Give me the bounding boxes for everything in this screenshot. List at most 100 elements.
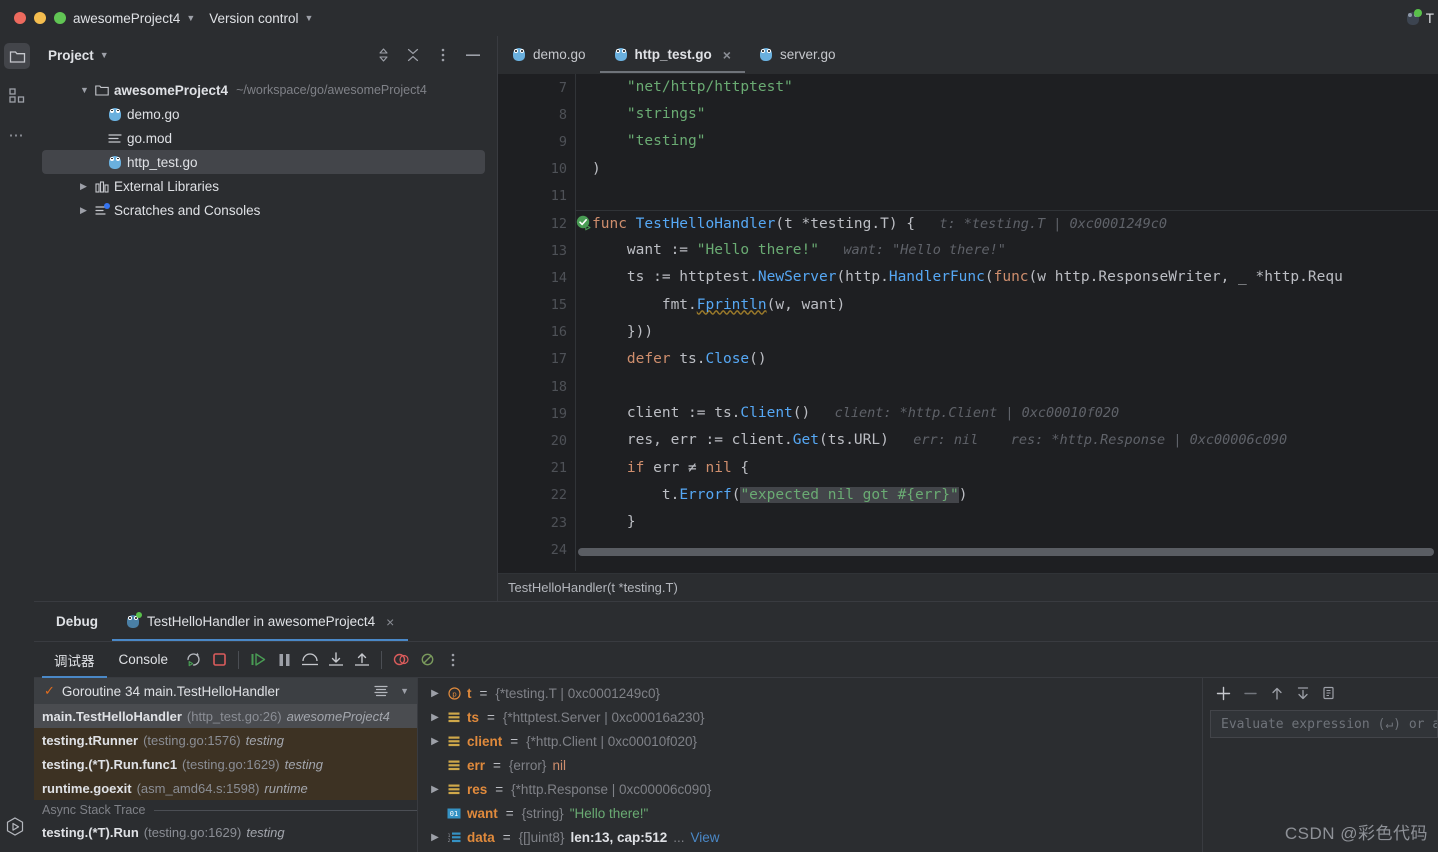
frame-row[interactable]: main.TestHelloHandler (http_test.go:26) … [34, 704, 417, 728]
frame-row[interactable]: runtime.goexit (asm_amd64.s:1598) runtim… [34, 776, 417, 800]
code-line[interactable]: want := "Hello there!" want: "Hello ther… [576, 237, 1438, 264]
editor-tab-server-go[interactable]: server.go [745, 36, 850, 73]
collapse-all-icon[interactable] [405, 47, 421, 63]
mute-breakpoints-button[interactable] [414, 647, 440, 673]
tree-item-scratches-and-consoles[interactable]: ▶ Scratches and Consoles [34, 198, 497, 222]
options-icon[interactable] [435, 47, 451, 63]
code-line[interactable]: ts := httptest.NewServer(http.HandlerFun… [576, 264, 1438, 291]
maximize-window-button[interactable] [54, 12, 66, 24]
debug-more-button[interactable] [440, 647, 466, 673]
up-icon[interactable] [1270, 686, 1284, 701]
close-icon[interactable]: × [723, 47, 731, 63]
variable-row[interactable]: ▶ ts = {*httptest.Server | 0xc00016a230} [419, 705, 1202, 729]
project-selector[interactable]: awesomeProject4 ▼ [66, 8, 202, 29]
step-over-button[interactable] [297, 647, 323, 673]
code-line[interactable]: defer ts.Close() [576, 346, 1438, 373]
variable-row[interactable]: err = {error} nil [419, 753, 1202, 777]
line-number: 11 [550, 188, 567, 205]
view-value-link[interactable]: View [691, 830, 720, 845]
code-line[interactable] [576, 373, 1438, 400]
code-line[interactable]: res, err := client.Get(ts.URL) err: nil … [576, 427, 1438, 454]
copy-icon[interactable] [1322, 686, 1336, 701]
frame-location: (testing.go:1629) [182, 756, 280, 772]
step-out-button[interactable] [349, 647, 375, 673]
resume-icon [250, 652, 267, 667]
close-window-button[interactable] [14, 12, 26, 24]
tree-item-external-libraries[interactable]: ▶ External Libraries [34, 174, 497, 198]
code-line[interactable]: "strings" [576, 101, 1438, 128]
editor-tab-http-test-go[interactable]: http_test.go × [599, 36, 746, 73]
code-line[interactable]: } [576, 509, 1438, 536]
view-breakpoints-button[interactable] [388, 647, 414, 673]
variable-row[interactable]: ▶ client = {*http.Client | 0xc00010f020} [419, 729, 1202, 753]
chevron-right-icon[interactable]: ▶ [429, 784, 441, 795]
debug-subtab-console[interactable]: Console [107, 642, 181, 678]
debug-subtab-debugger[interactable]: 调试器 [42, 642, 107, 678]
line-number-gutter[interactable]: 7 8 9 10 11 12 13 14 15 16 17 18 19 20 2… [498, 74, 591, 571]
hide-icon[interactable] [465, 47, 481, 63]
chevron-right-icon[interactable]: ▶ [429, 688, 441, 699]
tree-item-label: External Libraries [114, 178, 220, 194]
editor-tab-demo-go[interactable]: demo.go [498, 36, 600, 73]
rail-structure-button[interactable] [4, 83, 30, 109]
line-number: 13 [550, 242, 567, 259]
chevron-right-icon[interactable]: ▶ [429, 832, 441, 843]
frame-row[interactable]: testing.tRunner (testing.go:1576) testin… [34, 728, 417, 752]
resume-button[interactable] [245, 647, 271, 673]
code-line[interactable]: t.Errorf("expected nil got #{err}") [576, 482, 1438, 509]
tree-item-go-mod[interactable]: go.mod [34, 126, 497, 150]
chevron-down-icon[interactable]: ▼ [400, 686, 409, 696]
tree-item-http-test-go[interactable]: http_test.go [42, 150, 485, 174]
step-into-button[interactable] [323, 647, 349, 673]
code-line[interactable]: "testing" [576, 128, 1438, 155]
variable-row[interactable]: ▶ res = {*http.Response | 0xc00006c090} [419, 777, 1202, 801]
code-line[interactable]: if err ≠ nil { [576, 455, 1438, 482]
version-control-menu[interactable]: Version control ▼ [202, 8, 320, 29]
rail-project-button[interactable] [4, 43, 30, 69]
remove-icon[interactable] [1243, 686, 1258, 701]
goroutine-selector[interactable]: ✓ Goroutine 34 main.TestHelloHandler ▼ [34, 678, 417, 704]
chevron-down-icon[interactable]: ▼ [100, 50, 109, 60]
rail-run-button[interactable] [4, 816, 26, 838]
rerun-button[interactable] [180, 647, 206, 673]
sort-icon[interactable] [375, 47, 391, 63]
chevron-right-icon[interactable]: ▶ [429, 712, 441, 723]
code-line[interactable]: })) [576, 319, 1438, 346]
frame-row[interactable]: testing.(*T).Run (testing.go:1629) testi… [34, 820, 417, 844]
variable-name: data [467, 829, 495, 845]
close-icon[interactable]: × [386, 614, 394, 630]
list-icon[interactable] [374, 685, 388, 697]
window-controls[interactable] [14, 12, 66, 24]
stop-button[interactable] [206, 647, 232, 673]
code-line[interactable]: ) [576, 156, 1438, 183]
chevron-right-icon[interactable]: ▶ [429, 736, 441, 747]
variable-row[interactable]: ▶ 1 2 data = {[]uint8} len:13, cap:512 .… [419, 825, 1202, 849]
tree-item-demo-go[interactable]: demo.go [34, 102, 497, 126]
minimize-window-button[interactable] [34, 12, 46, 24]
chevron-right-icon[interactable]: ▶ [80, 181, 90, 192]
frame-row[interactable]: testing.(*T).Run.func1 (testing.go:1629)… [34, 752, 417, 776]
chevron-down-icon[interactable]: ▼ [80, 85, 90, 95]
scratches-icon [95, 202, 110, 217]
breadcrumb[interactable]: TestHelloHandler(t *testing.T) [498, 573, 1438, 601]
code-line[interactable]: client := ts.Client() client: *http.Clie… [576, 400, 1438, 427]
code-line[interactable]: "net/http/httptest" [576, 74, 1438, 101]
code-lines[interactable]: "net/http/httptest" "strings" "testing" … [576, 74, 1438, 571]
evaluate-expression-input[interactable]: Evaluate expression (↵) or a [1210, 710, 1438, 738]
variable-row[interactable]: 01 want = {string} "Hello there!" [419, 801, 1202, 825]
code-line[interactable] [576, 183, 1438, 210]
pause-button[interactable] [271, 647, 297, 673]
tree-item-awesomeproject4[interactable]: ▼ awesomeProject4 ~/workspace/go/awesome… [34, 78, 497, 102]
editor-horizontal-scrollbar[interactable] [578, 548, 1434, 556]
down-icon[interactable] [1296, 686, 1310, 701]
add-icon[interactable] [1216, 686, 1231, 701]
debug-session-tab[interactable]: TestHelloHandler in awesomeProject4 × [112, 602, 409, 641]
go-run-config-icon[interactable] [1406, 8, 1422, 26]
scrollbar-thumb[interactable] [578, 548, 1434, 556]
code-line[interactable]: fmt.Fprintln(w, want) [576, 292, 1438, 319]
rail-more-button[interactable]: ⋯ [4, 123, 30, 149]
chevron-right-icon[interactable]: ▶ [80, 205, 90, 216]
variable-row[interactable]: ▶ p t = {*testing.T | 0xc0001249c0} [419, 681, 1202, 705]
code-editor[interactable]: 7 8 9 10 11 12 13 14 15 16 17 18 19 20 2… [498, 74, 1438, 571]
code-line[interactable]: func TestHelloHandler(t *testing.T) { t:… [576, 209, 1438, 237]
